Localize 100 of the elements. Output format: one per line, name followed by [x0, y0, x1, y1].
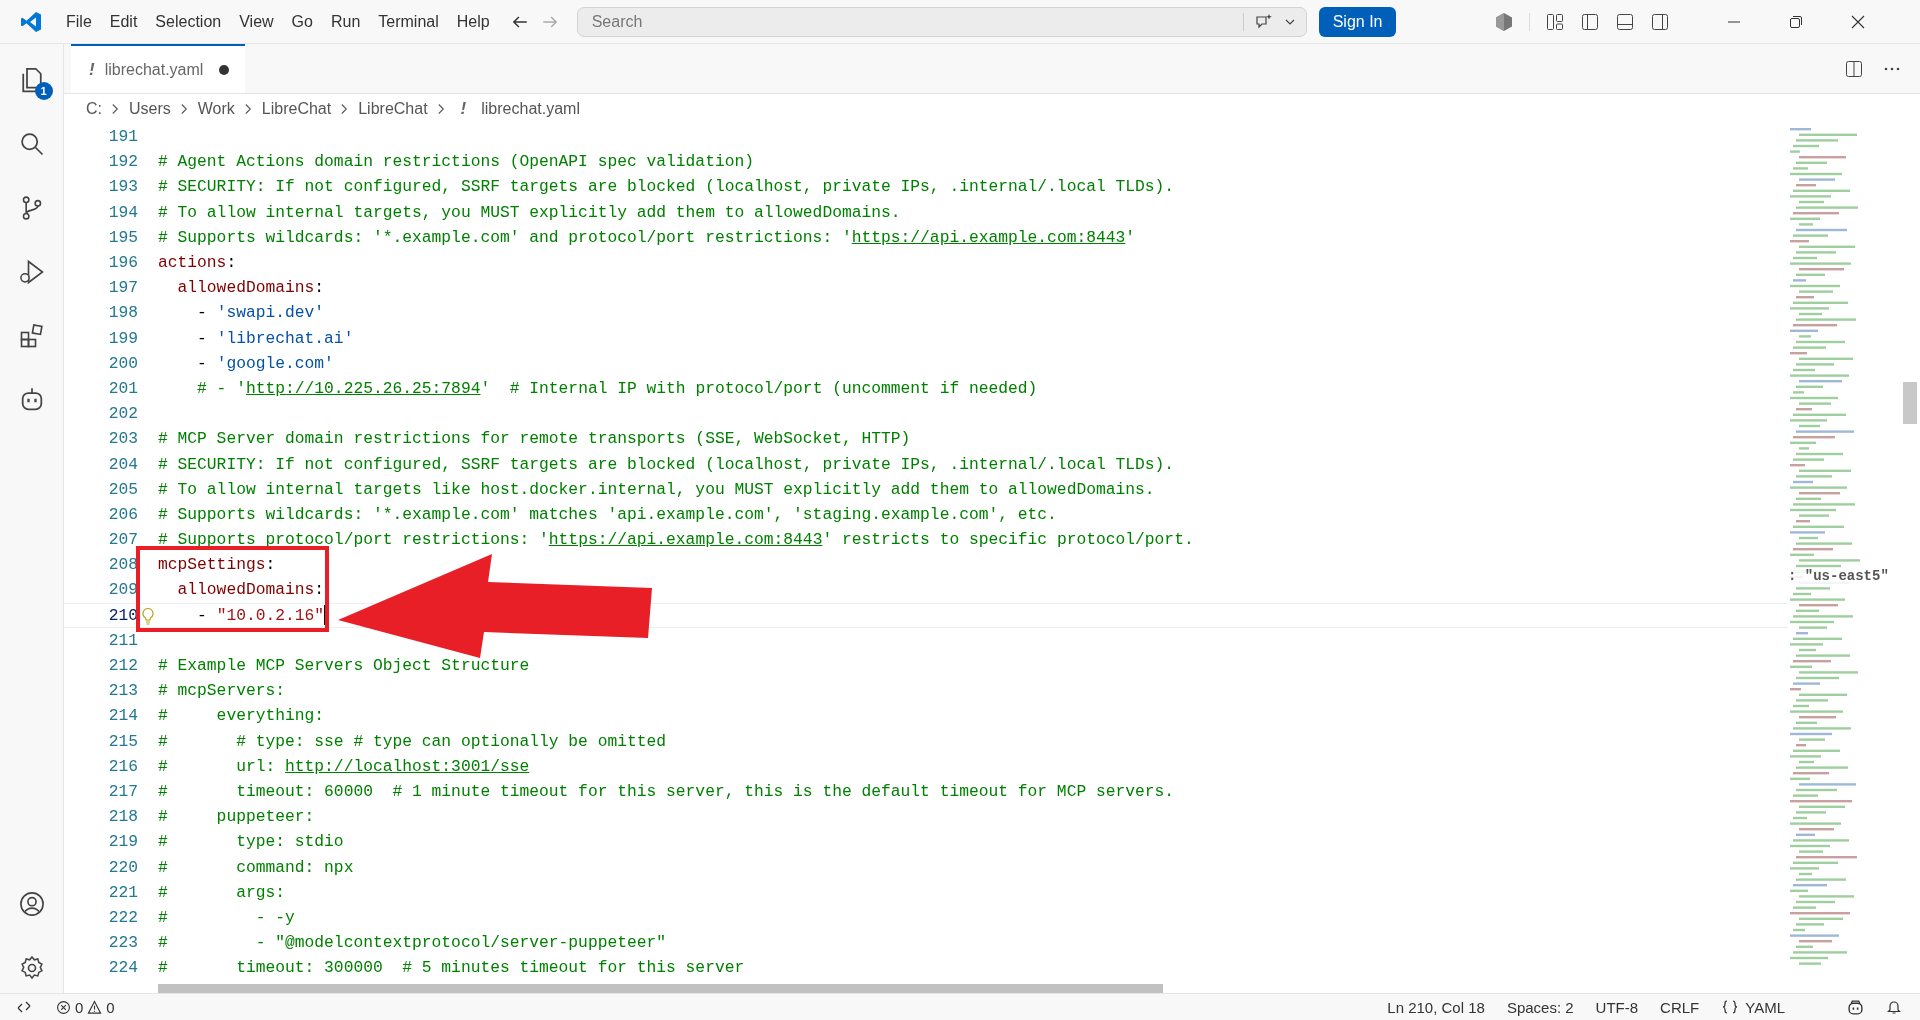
line-number: 206 [107, 504, 138, 524]
breadcrumb-item[interactable]: Work [197, 100, 235, 118]
error-count[interactable]: 0 [75, 998, 84, 1016]
line-ending-setting[interactable]: CRLF [1660, 998, 1700, 1016]
line-number: 202 [107, 404, 138, 424]
editor-tab[interactable]: ! librechat.yaml [71, 44, 246, 93]
menu-item[interactable]: Terminal [369, 8, 448, 35]
breadcrumb-item[interactable]: C: [86, 100, 102, 118]
line-number: 207 [107, 530, 138, 550]
secondary-sidebar-icon[interactable] [1650, 11, 1671, 32]
code-line: - "10.0.2.16" [196, 605, 325, 625]
robot-icon[interactable] [1847, 998, 1864, 1016]
line-number: 222 [107, 907, 138, 927]
breadcrumb-item[interactable]: LibreChat [358, 100, 428, 118]
line-number: 211 [107, 630, 138, 650]
chevron-right-icon [179, 103, 189, 115]
code-line: # - -y [158, 907, 295, 927]
indentation-setting[interactable]: Spaces: 2 [1506, 998, 1574, 1016]
code-line: allowedDomains: [176, 278, 325, 298]
error-icon[interactable] [56, 999, 71, 1015]
code-line: # Agent Actions domain restrictions (OpenAPI spec validation) [158, 152, 754, 172]
code-line: # SECURITY: If not configured, SSRF targets are blocked (localhost, private IPs, .internal/.local TLDs). [158, 177, 1175, 197]
code-line: # To allow internal targets, you MUST explicitly add them to allowedDomains. [158, 202, 901, 222]
breadcrumb-item[interactable]: librechat.yaml [481, 100, 580, 118]
warning-mark-icon: ! [460, 99, 467, 119]
code-line: - 'google.com' [196, 353, 334, 373]
code-line: # puppeteer: [158, 807, 315, 827]
language-mode[interactable]: YAML [1745, 998, 1785, 1016]
line-number: 216 [107, 756, 138, 776]
chevron-right-icon [340, 103, 350, 115]
code-line: mcpSettings: [158, 555, 276, 575]
menu-item[interactable]: File [57, 8, 101, 35]
restore-icon[interactable] [1788, 13, 1805, 30]
unsaved-dot-icon[interactable] [219, 64, 230, 75]
run-debug-icon[interactable] [17, 257, 46, 286]
text-cursor [324, 605, 327, 626]
line-number: 194 [107, 202, 138, 222]
encoding-setting[interactable]: UTF-8 [1595, 998, 1639, 1016]
cursor-position[interactable]: Ln 210, Col 18 [1387, 998, 1485, 1016]
menu-item[interactable]: Selection [146, 8, 231, 35]
line-number: 219 [107, 832, 138, 852]
menu-item[interactable]: View [230, 8, 283, 35]
cube-icon[interactable] [1494, 11, 1515, 32]
bell-icon[interactable] [1886, 999, 1902, 1015]
minimap-hover-text: : "us-east5" [1788, 568, 1889, 584]
code-line: # args: [158, 882, 285, 902]
line-number: 200 [107, 353, 138, 373]
link[interactable]: http://10.225.26.25:7894 [245, 378, 481, 398]
code-line: # everything: [158, 706, 325, 726]
line-number: 214 [107, 706, 138, 726]
line-number: 203 [107, 429, 138, 449]
code-line: - 'swapi.dev' [196, 303, 325, 323]
line-number: 204 [107, 454, 138, 474]
code-line: allowedDomains: [176, 580, 325, 600]
line-number: 191 [107, 127, 138, 147]
menu-item[interactable]: Help [447, 8, 499, 35]
search-bar[interactable]: Search [576, 6, 1307, 37]
link[interactable]: https://api.example.com:8443 [851, 227, 1126, 247]
vertical-scrollbar[interactable] [1903, 382, 1917, 424]
code-line: - 'librechat.ai' [196, 328, 354, 348]
account-icon[interactable] [17, 889, 46, 918]
line-number: 193 [107, 177, 138, 197]
link[interactable]: http://localhost:3001/sse [285, 756, 530, 776]
line-number: 218 [107, 807, 138, 827]
code-line: # Supports wildcards: '*.example.com' matches 'api.example.com', 'staging.example.com', etc. [158, 504, 1057, 524]
sign-in-button[interactable]: Sign In [1318, 6, 1397, 37]
code-line: # url: http://localhost:3001/sse [158, 756, 530, 776]
code-line: # Supports wildcards: '*.example.com' and protocol/port restrictions: 'https://api.example.com:8443' [158, 227, 1136, 247]
close-icon[interactable] [1850, 13, 1867, 30]
menu-item[interactable]: Edit [100, 8, 147, 35]
line-number: 195 [107, 227, 138, 247]
remote-icon[interactable] [16, 999, 32, 1015]
warning-icon[interactable] [87, 999, 103, 1015]
breadcrumb-item[interactable]: Users [129, 100, 171, 118]
line-number: 196 [107, 253, 138, 273]
split-editor-icon[interactable] [1844, 58, 1864, 79]
line-number: 220 [107, 857, 138, 877]
chevron-right-icon [243, 103, 253, 115]
panel-icon[interactable] [1615, 11, 1636, 32]
chevron-right-icon [436, 103, 446, 115]
line-number: 213 [107, 681, 138, 701]
warning-mark-icon: ! [89, 59, 95, 80]
layout-icon[interactable] [1545, 11, 1566, 32]
warning-count[interactable]: 0 [106, 998, 115, 1016]
line-number: 212 [107, 656, 138, 676]
braces-icon[interactable] [1721, 999, 1740, 1015]
line-number: 199 [107, 328, 138, 348]
code-line: # - 'http://10.225.26.25:7894' # Internal IP with protocol/port (uncomment if needed) [196, 378, 1038, 398]
menu-item[interactable]: Run [321, 8, 370, 35]
line-number: 201 [107, 378, 138, 398]
line-number: 215 [107, 731, 138, 751]
code-line: # timeout: 300000 # 5 minutes timeout for this server [158, 958, 745, 978]
menu-item[interactable]: Go [282, 8, 322, 35]
link[interactable]: https://api.example.com:8443 [548, 530, 823, 550]
horizontal-scrollbar[interactable] [158, 984, 1163, 993]
breadcrumb-item[interactable]: LibreChat [261, 100, 332, 118]
primary-sidebar-icon[interactable] [1580, 11, 1601, 32]
code-line: # To allow internal targets like host.docker.internal, you MUST explicitly add them to allowedDomains. [158, 479, 1155, 499]
search-input[interactable]: Search [591, 12, 1233, 31]
code-line: # # type: sse # type can optionally be omitted [158, 731, 667, 751]
